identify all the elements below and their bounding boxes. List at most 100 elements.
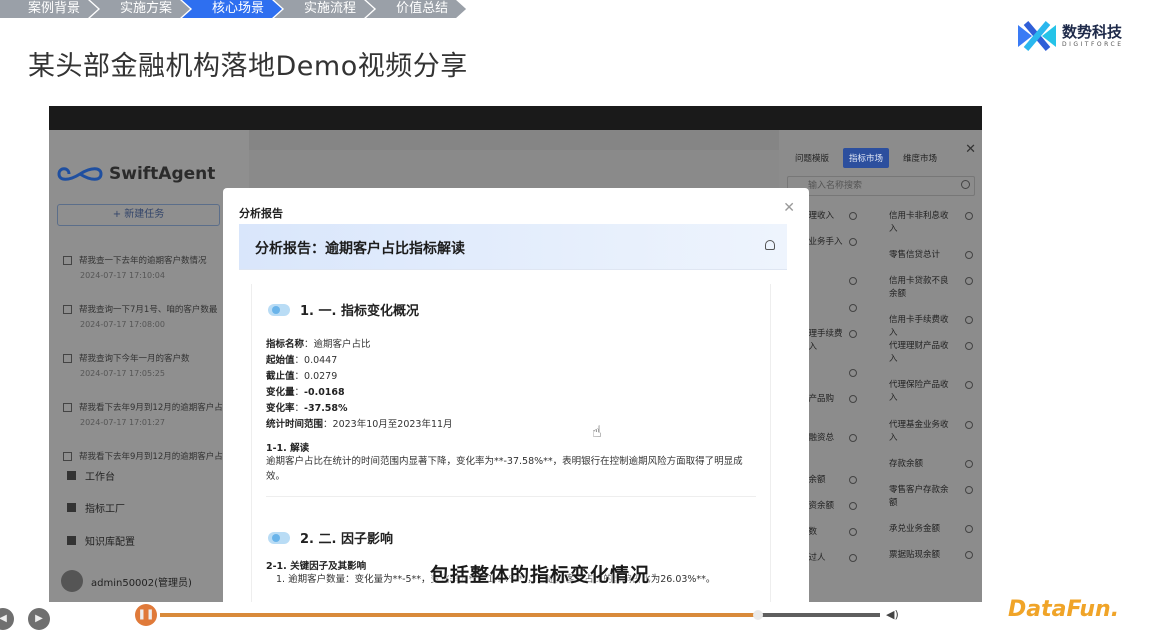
metric-item[interactable]: 零售信贷总计 [889, 249, 973, 262]
video-frame[interactable]: SwiftAgent + 新建任务 帮我查一下去年的逾期客户数情况 2024-07… [49, 106, 982, 602]
report-body: 1. 一. 指标变化概况 指标名称：逾期客户占比 起始值：0.0447 截止值：0.… [251, 284, 771, 602]
info-icon [965, 251, 973, 259]
infinity-logo-icon [57, 167, 103, 181]
avatar [61, 570, 83, 592]
info-icon [849, 502, 857, 510]
metric-item[interactable]: 信用卡非利息收入 [889, 210, 973, 236]
app-sidebar: SwiftAgent + 新建任务 帮我查一下去年的逾期客户数情况 2024-07… [49, 130, 249, 602]
toggle-icon[interactable] [268, 531, 290, 544]
video-subtitle: 包括整体的指标变化情况 [430, 564, 651, 586]
info-icon [965, 316, 973, 324]
info-icon [849, 212, 857, 220]
metric-search-input[interactable]: 输入名称搜索 [787, 176, 975, 196]
previous-icon[interactable]: ◀ [0, 608, 14, 630]
tab-0[interactable]: 问题模版 [789, 148, 835, 168]
metric-field: 截止值：0.0279 [266, 371, 338, 382]
chat-icon [63, 255, 72, 265]
brand-name-en: DIGITFORCE [1062, 41, 1124, 48]
metric-field: 起始值：0.0447 [266, 355, 338, 366]
sub-heading: 2-1. 关键因子及其影响 [266, 561, 367, 572]
hand-cursor-icon: ☝ [592, 422, 602, 441]
metric-item[interactable]: 承兑业务金额 [889, 523, 973, 536]
section-heading: 1. 一. 指标变化概况 [268, 300, 419, 319]
digitforce-logo-icon [1016, 19, 1058, 53]
breadcrumb-tab-1[interactable]: 实施方案 [90, 0, 190, 18]
metric-item[interactable]: 零售客户存款余额 [889, 484, 973, 510]
breadcrumb: 案例背景 实施方案 核心场景 实施流程 价值总结 [0, 0, 458, 18]
chat-icon [63, 451, 72, 461]
user-profile[interactable]: admin50002(管理员) [61, 570, 192, 592]
metric-item[interactable]: 信用卡贷款不良余额 [889, 275, 973, 301]
metric-panel: 问题模版指标市场维度市场 ✕ 输入名称搜索 财富管理收入咨询类业务手入客户额财富… [779, 130, 982, 602]
chat-icon [63, 304, 72, 314]
breadcrumb-tab-0[interactable]: 案例背景 [0, 0, 98, 18]
info-icon [849, 304, 857, 312]
search-icon [961, 180, 970, 189]
info-icon [965, 421, 973, 429]
info-icon [965, 486, 973, 494]
metric-item[interactable]: 票据贴现余额 [889, 549, 973, 562]
swiftagent-logo: SwiftAgent [57, 164, 215, 184]
factory-icon [67, 503, 76, 512]
metric-field: 变化率：-37.58% [266, 403, 348, 414]
info-icon [849, 369, 857, 377]
chat-icon [63, 353, 72, 363]
play-icon[interactable]: ▶ [28, 608, 50, 630]
history-item[interactable]: 帮我查询一下7月1号、咱的客户数最 2024-07-17 17:08:00 [63, 303, 238, 329]
history-item[interactable]: 帮我查一下去年的逾期客户数情况 2024-07-17 17:10:04 [63, 254, 238, 280]
close-icon[interactable]: ✕ [965, 142, 976, 157]
report-title: 分析报告：逾期客户占比指标解读 [255, 241, 465, 257]
info-icon [849, 238, 857, 246]
nav-workbench[interactable]: 工作台 [67, 468, 115, 483]
video-progress-bar[interactable] [160, 610, 880, 620]
divider [266, 496, 756, 497]
modal-title: 分析报告 [239, 207, 283, 220]
book-icon [67, 536, 76, 545]
info-icon [849, 330, 857, 338]
history-item[interactable]: 帮我看下去年9月到12月的逾期客户占 [63, 450, 238, 462]
info-icon [849, 434, 857, 442]
volume-icon[interactable]: ◀) [886, 608, 899, 621]
tab-1[interactable]: 指标市场 [843, 148, 890, 168]
metric-field: 指标名称：逾期客户占比 [266, 339, 371, 350]
workbench-icon [67, 471, 76, 480]
breadcrumb-tab-2[interactable]: 核心场景 [182, 0, 282, 18]
info-icon [849, 395, 857, 403]
chat-icon [63, 402, 72, 412]
datafun-logo: DataFun. [1008, 597, 1120, 622]
metric-field: 统计时间范围：2023年10月至2023年11月 [266, 419, 453, 430]
breadcrumb-tab-3[interactable]: 实施流程 [274, 0, 374, 18]
collapse-icon[interactable] [765, 240, 775, 250]
tab-2[interactable]: 维度市场 [897, 148, 943, 168]
info-icon [965, 342, 973, 350]
metric-item[interactable]: 代理基金业务收入 [889, 419, 973, 445]
metric-field: 变化量：-0.0168 [266, 387, 345, 398]
metric-item[interactable]: 代理保险产品收入 [889, 379, 973, 405]
info-icon [849, 554, 857, 562]
history-item[interactable]: 帮我看下去年9月到12月的逾期客户占 2024-07-17 17:01:27 [63, 401, 238, 427]
breadcrumb-tab-4[interactable]: 价值总结 [366, 0, 466, 18]
video-top-bar [49, 106, 982, 130]
info-icon [965, 212, 973, 220]
nav-knowledge-base[interactable]: 知识库配置 [67, 533, 135, 548]
metric-item[interactable]: 代理理财产品收入 [889, 340, 973, 366]
toggle-icon[interactable] [268, 303, 290, 316]
progress-fill [160, 613, 758, 617]
pause-icon[interactable]: ❚❚ [135, 604, 157, 626]
progress-handle[interactable] [752, 610, 763, 620]
info-icon [849, 277, 857, 285]
page-title: 某头部金融机构落地Demo视频分享 [28, 51, 468, 82]
info-icon [965, 525, 973, 533]
nav-metric-factory[interactable]: 指标工厂 [67, 500, 125, 515]
close-icon[interactable]: ✕ [783, 200, 795, 216]
analysis-report-modal: 分析报告 ✕ 分析报告：逾期客户占比指标解读 1. 一. 指标变化概况 指标名称… [223, 188, 809, 602]
info-icon [965, 277, 973, 285]
new-task-button[interactable]: + 新建任务 [57, 204, 220, 226]
interpretation-text: 逾期客户占比在统计的时间范围内显著下降，变化率为**-37.58%**，表明银行… [266, 456, 743, 482]
report-header[interactable]: 分析报告：逾期客户占比指标解读 [239, 224, 787, 270]
brand-name: 数势科技 [1062, 23, 1123, 41]
metric-item[interactable]: 存款余额 [889, 458, 973, 471]
info-icon [849, 528, 857, 536]
history-item[interactable]: 帮我查询下今年一月的客户数 2024-07-17 17:05:25 [63, 352, 238, 378]
metric-item[interactable]: 信用卡手续费收入 [889, 314, 973, 340]
